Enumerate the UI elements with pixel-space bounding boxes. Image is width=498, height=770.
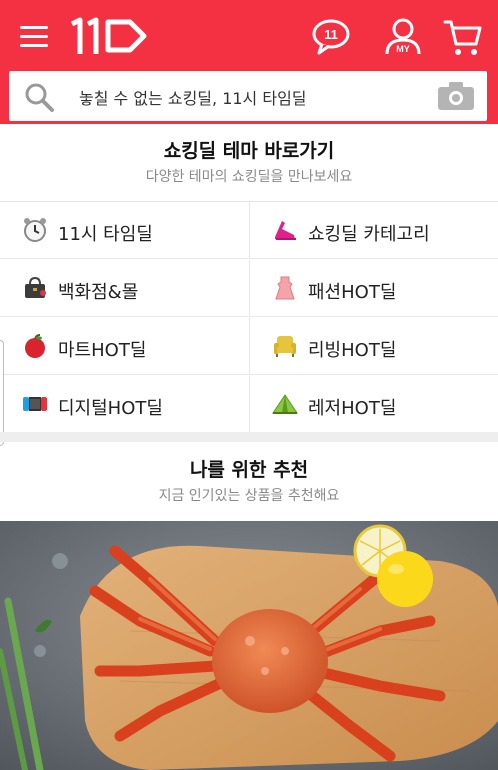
theme-section-title: 쇼킹딜 테마 바로가기 [163, 140, 335, 162]
theme-item-label: 11시 타임딜 [58, 224, 153, 245]
logo-icon[interactable] [68, 16, 150, 56]
camera-icon[interactable] [437, 81, 475, 111]
recommend-product-image[interactable] [0, 521, 498, 770]
theme-item-time-deal[interactable]: 11시 타임딜 [0, 202, 249, 259]
my-page-icon[interactable]: MY [382, 16, 424, 58]
theme-item-fashion[interactable]: 패션HOT딜 [249, 260, 498, 317]
theme-item-department-store[interactable]: 백화점&몰 [0, 260, 249, 317]
shoe-icon [275, 221, 296, 240]
alarm-clock-icon [24, 218, 46, 242]
menu-icon[interactable] [20, 24, 50, 48]
theme-section-subtitle: 다양한 테마의 쇼킹딜을 만나보세요 [145, 169, 353, 185]
cart-icon[interactable] [442, 16, 484, 58]
talk-badge: 11 [324, 27, 338, 42]
theme-item-category[interactable]: 쇼킹딜 카테고리 [249, 202, 498, 259]
my-label: MY [396, 44, 410, 54]
theme-item-label: 레저HOT딜 [308, 398, 397, 419]
theme-item-label: 마트HOT딜 [58, 340, 147, 361]
app-header: 11 MY 놓칠 수 없는 쇼킹딜, 11시 타임딜 [0, 0, 498, 124]
section-divider [0, 432, 498, 442]
search-input[interactable]: 놓칠 수 없는 쇼킹딜, 11시 타임딜 [79, 85, 307, 109]
talk-icon[interactable]: 11 [310, 16, 352, 58]
recommend-section-subtitle: 지금 인기있는 상품을 추천해요 [158, 488, 340, 504]
theme-item-label: 디지털HOT딜 [58, 398, 163, 419]
armchair-icon [274, 336, 296, 357]
theme-grid: 11시 타임딜 쇼킹딜 카테고리 백화점&몰 패션HOT딜 마트HOT딜 리빙H… [0, 201, 498, 433]
dress-icon [275, 276, 295, 300]
theme-item-label: 패션HOT딜 [308, 282, 397, 303]
side-drawer-handle[interactable] [0, 340, 4, 446]
game-console-icon [23, 397, 47, 411]
theme-item-label: 리빙HOT딜 [308, 340, 397, 361]
theme-item-mart[interactable]: 마트HOT딜 [0, 318, 249, 375]
apple-icon [25, 334, 45, 358]
theme-item-digital[interactable]: 디지털HOT딜 [0, 376, 249, 433]
theme-item-label: 백화점&몰 [58, 282, 139, 303]
search-icon[interactable] [23, 81, 55, 113]
handbag-icon [25, 276, 46, 298]
search-bar[interactable]: 놓칠 수 없는 쇼킹딜, 11시 타임딜 [9, 71, 487, 121]
tent-icon [272, 394, 298, 414]
theme-item-label: 쇼킹딜 카테고리 [308, 224, 430, 245]
theme-item-living[interactable]: 리빙HOT딜 [249, 318, 498, 375]
theme-item-leisure[interactable]: 레저HOT딜 [249, 376, 498, 433]
recommend-section-title: 나를 위한 추천 [189, 459, 309, 481]
